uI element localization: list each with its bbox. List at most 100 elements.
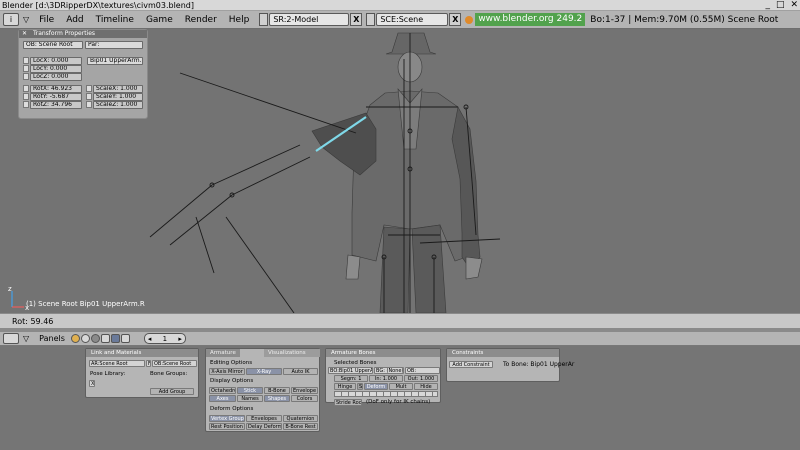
auto-ik-button[interactable]: Auto IK: [283, 368, 318, 375]
locx-field[interactable]: LocX: 0.000: [30, 57, 82, 65]
pose-library-x-button[interactable]: X: [89, 380, 95, 387]
x-ray-button[interactable]: X-Ray: [246, 368, 282, 375]
scene-field[interactable]: SCE:Scene: [376, 13, 449, 26]
rest-position-button[interactable]: Rest Position: [209, 423, 245, 430]
character-model[interactable]: [311, 32, 483, 313]
tab-armature[interactable]: Armature: [206, 349, 240, 357]
close-window-button[interactable]: ✕: [790, 0, 798, 11]
transform-properties-header[interactable]: ✕ Transform Properties: [19, 30, 147, 38]
shading-icon[interactable]: [90, 334, 100, 343]
rotx-field[interactable]: RotX: 46.923: [30, 85, 82, 93]
screen-delete-button[interactable]: X: [350, 13, 363, 26]
x-axis-mirror-button[interactable]: X-Axis Mirror: [209, 368, 245, 375]
menu-game[interactable]: Game: [140, 15, 179, 25]
envelope-button[interactable]: Envelope: [291, 387, 318, 394]
quaternion-button[interactable]: Quaternion: [283, 415, 318, 422]
vertex-groups-button[interactable]: Vertex Groups: [209, 415, 245, 422]
hide-button[interactable]: Hide: [414, 383, 438, 390]
bone-group-field[interactable]: BG: (None): [374, 367, 404, 374]
scaley-field[interactable]: ScaleY: 1.000: [93, 93, 143, 101]
logic-icon[interactable]: [70, 334, 80, 343]
page-prev-icon[interactable]: ◂: [148, 335, 152, 343]
lock-locx-icon[interactable]: [23, 57, 29, 64]
menu-add[interactable]: Add: [60, 15, 89, 25]
deform-button[interactable]: Deform: [364, 383, 388, 390]
bbone-rest-button[interactable]: B-Bone Rest: [283, 423, 318, 430]
buttons-window-type-icon[interactable]: [3, 333, 19, 344]
rotz-field[interactable]: RotZ: 34.796: [30, 101, 82, 109]
stick-button[interactable]: Stick: [237, 387, 263, 394]
menu-file[interactable]: File: [33, 15, 60, 25]
close-panel-icon[interactable]: ✕: [22, 30, 27, 37]
blender-website-link[interactable]: www.blender.org 249.2: [475, 13, 586, 26]
bone-object-field[interactable]: OB:: [405, 367, 440, 374]
s-button[interactable]: S: [357, 383, 363, 390]
lock-rotx-icon[interactable]: [23, 85, 29, 92]
locz-field[interactable]: LocZ: 0.000: [30, 73, 82, 81]
info-window-type-icon[interactable]: i: [3, 13, 19, 26]
link-materials-header[interactable]: Link and Materials: [86, 349, 198, 357]
scene-icon[interactable]: [120, 334, 130, 343]
collapse-header-icon[interactable]: ▽: [23, 334, 29, 343]
scene-delete-button[interactable]: X: [449, 13, 462, 26]
maximize-button[interactable]: □: [776, 0, 785, 11]
delay-deform-button[interactable]: Delay Deform: [246, 423, 282, 430]
add-group-button[interactable]: Add Group: [150, 388, 194, 395]
mult-button[interactable]: Mult: [389, 383, 413, 390]
stride-root-button[interactable]: Stride Root: [334, 399, 362, 406]
lock-rotz-icon[interactable]: [23, 101, 29, 108]
armature-datablock-field[interactable]: AR:Scene Root: [89, 360, 145, 367]
add-constraint-button[interactable]: Add Constraint: [449, 361, 493, 368]
buttons-window-header: ▽ Panels ◂ 1 ▸: [0, 332, 800, 346]
screen-field[interactable]: SR:2-Model: [269, 13, 350, 26]
object-icon[interactable]: [100, 334, 110, 343]
octahedron-button[interactable]: Octahedron: [209, 387, 236, 394]
constraints-header[interactable]: Constraints: [447, 349, 559, 357]
out-field[interactable]: Out: 1.000: [404, 375, 438, 382]
fake-user-button[interactable]: F: [146, 360, 151, 367]
envelopes-button[interactable]: Envelopes: [246, 415, 282, 422]
lock-scaley-icon[interactable]: [86, 93, 92, 100]
object-name-field-buttons[interactable]: OB:Scene Root: [152, 360, 197, 367]
screen-browse-icon[interactable]: [259, 13, 269, 26]
segments-field[interactable]: Segm: 1: [334, 375, 368, 382]
object-name-field[interactable]: OB: Scene Root: [23, 41, 83, 49]
lock-roty-icon[interactable]: [23, 93, 29, 100]
names-button[interactable]: Names: [237, 395, 263, 402]
tab-visualizations[interactable]: Visualizations: [264, 349, 320, 357]
axes-button[interactable]: Axes: [209, 395, 236, 402]
scalez-field[interactable]: ScaleZ: 1.000: [93, 101, 143, 109]
window-title: Blender [d:\3DRipperDX\textures\civm03.b…: [2, 1, 194, 10]
bone-name-field[interactable]: Bip01 UpperArm.R: [87, 57, 143, 65]
locy-field[interactable]: LocY: 0.000: [30, 65, 82, 73]
roty-field[interactable]: RotY: -5.687: [30, 93, 82, 101]
editing-icon[interactable]: [110, 334, 120, 343]
transform-properties-panel[interactable]: ✕ Transform Properties OB: Scene Root Pa…: [18, 29, 148, 119]
to-bone-label: To Bone: Bip01 UpperAr: [503, 361, 575, 368]
minimize-button[interactable]: _: [765, 0, 770, 11]
scene-stats: Bo:1-37 | Mem:9.70M (0.55M) Scene Root: [590, 14, 779, 25]
bone-name-field-buttons[interactable]: BO:Bip01 UpperArm.R: [328, 367, 373, 374]
collapse-menu-icon[interactable]: ▽: [23, 15, 29, 24]
lock-scalex-icon[interactable]: [86, 85, 92, 92]
scene-browse-icon[interactable]: [366, 13, 376, 26]
lock-locy-icon[interactable]: [23, 65, 29, 72]
colors-button[interactable]: Colors: [291, 395, 318, 402]
menu-help[interactable]: Help: [223, 15, 256, 25]
page-stepper[interactable]: ◂ 1 ▸: [143, 333, 186, 344]
armature-panel: Armature Visualizations Editing Options …: [205, 348, 320, 432]
lock-locz-icon[interactable]: [23, 73, 29, 80]
script-icon[interactable]: [80, 334, 90, 343]
bbone-button[interactable]: B-Bone: [264, 387, 290, 394]
menu-timeline[interactable]: Timeline: [90, 15, 140, 25]
in-field[interactable]: In: 1.000: [369, 375, 403, 382]
menu-render[interactable]: Render: [179, 15, 223, 25]
shapes-button[interactable]: Shapes: [264, 395, 290, 402]
scalex-field[interactable]: ScaleX: 1.000: [93, 85, 143, 93]
bone-layers-row[interactable]: [334, 391, 438, 397]
hinge-button[interactable]: Hinge: [334, 383, 356, 390]
armature-bones-header[interactable]: Armature Bones: [326, 349, 440, 357]
page-next-icon[interactable]: ▸: [178, 335, 182, 343]
parent-field[interactable]: Par:: [85, 41, 143, 49]
lock-scalez-icon[interactable]: [86, 101, 92, 108]
